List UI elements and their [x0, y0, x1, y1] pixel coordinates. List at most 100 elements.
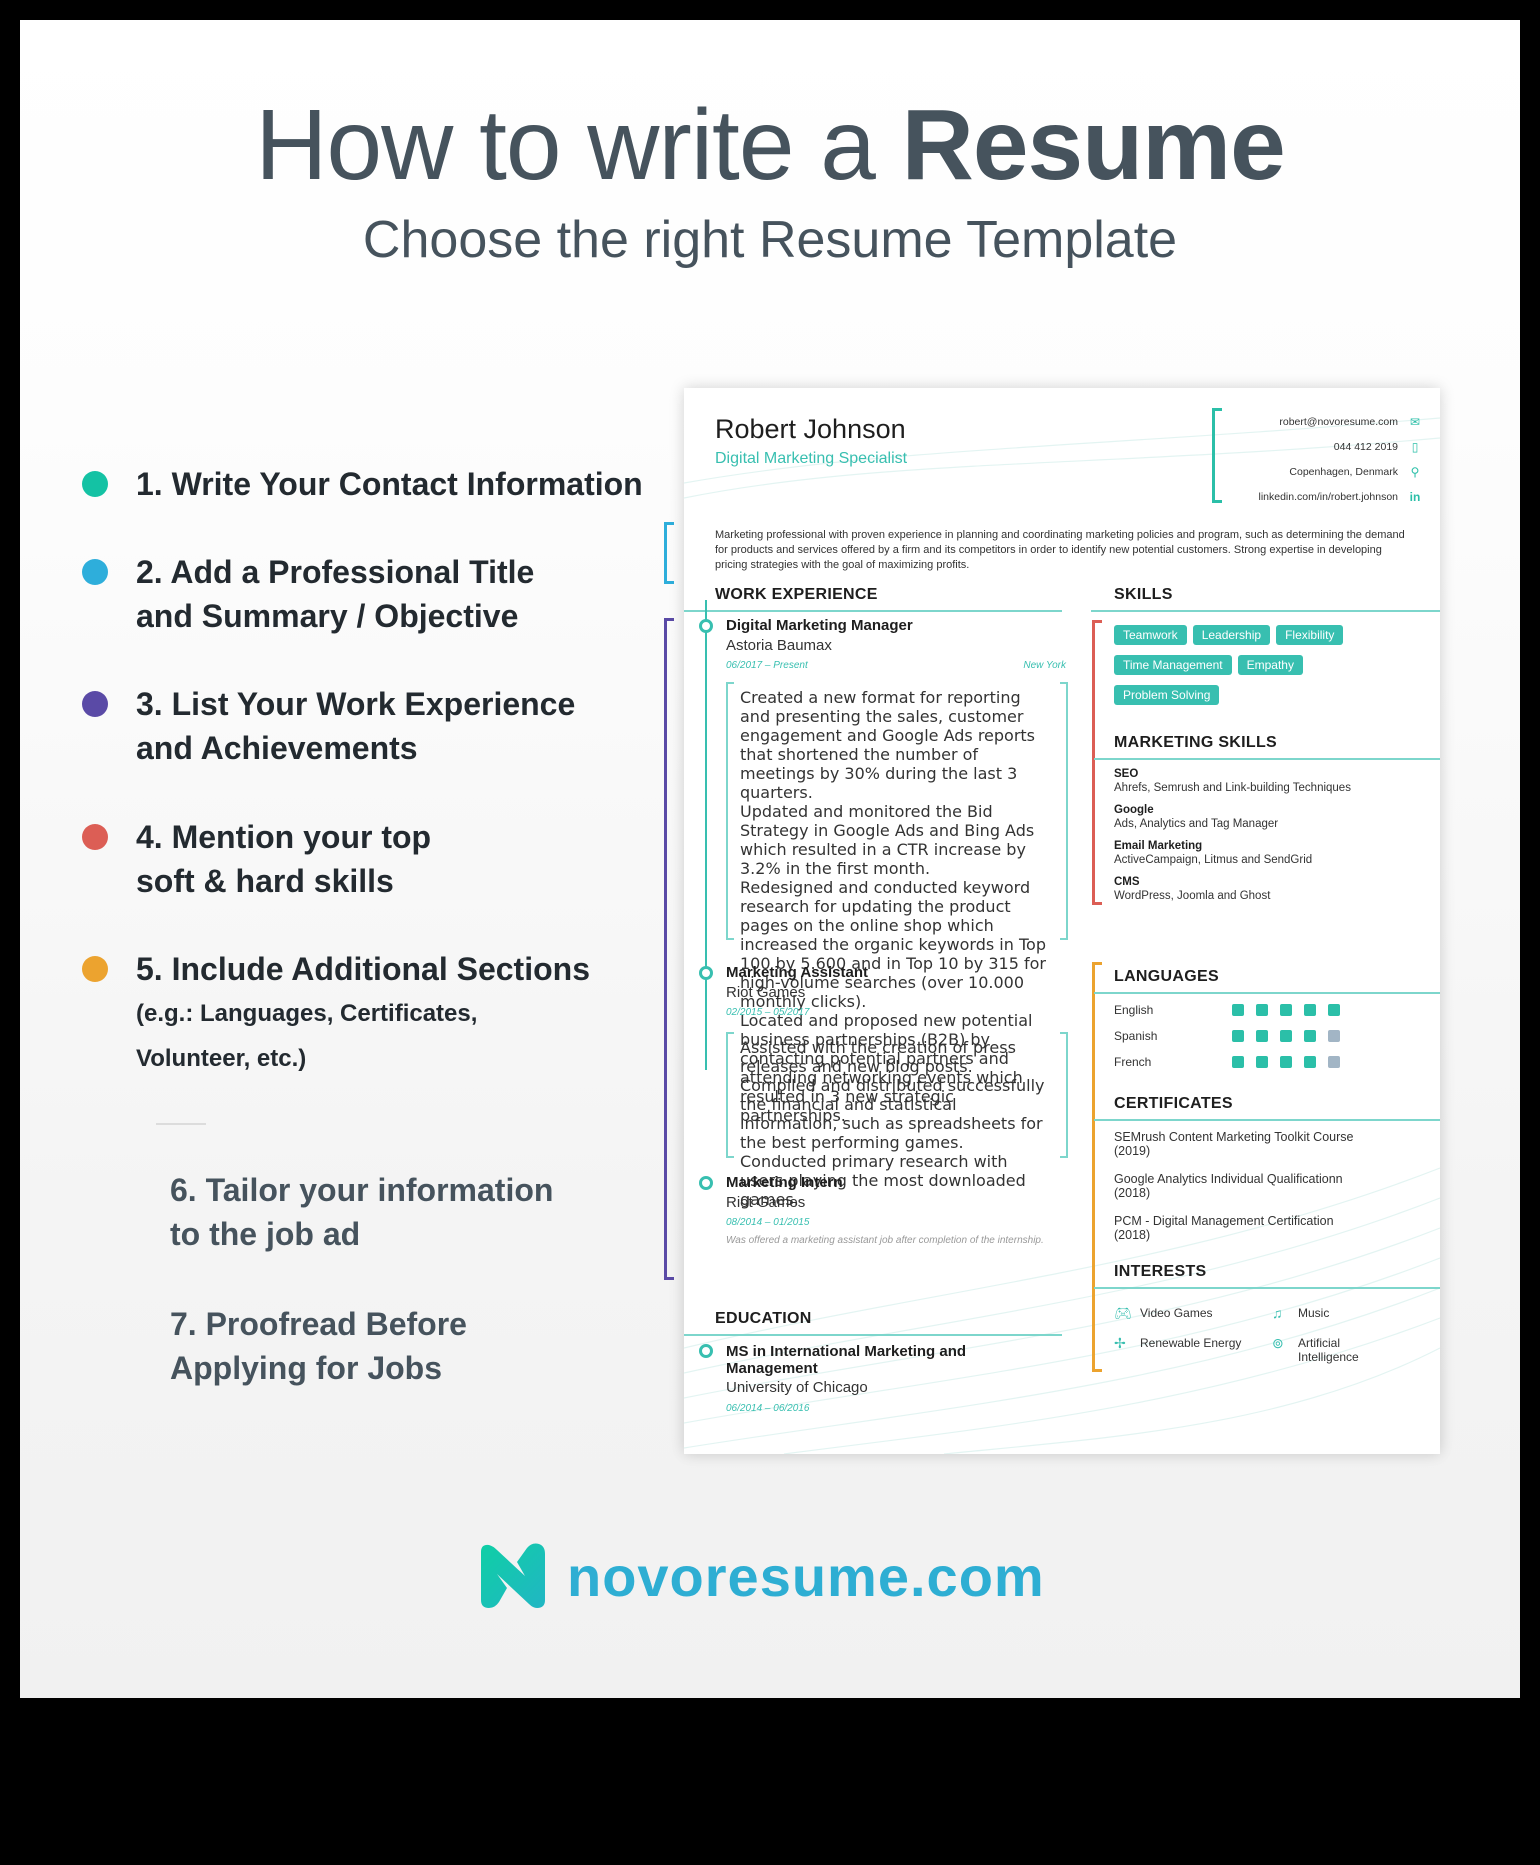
marketing-skills-heading: MARKETING SKILLS — [1114, 734, 1278, 751]
language-name: French — [1114, 1055, 1152, 1069]
title-light: How to write a — [255, 89, 902, 201]
timeline-node — [699, 619, 713, 633]
job-company: Astoria Baumax — [726, 637, 832, 654]
step-label: 4. Mention your top soft & hard skills — [136, 819, 432, 899]
skill-chip: Leadership — [1192, 625, 1271, 645]
step-label: 5. Include Additional Sections (e.g.: La… — [136, 947, 590, 1081]
section-divider — [1094, 1119, 1440, 1121]
bullet-item: Compiled and distributed successfully th… — [740, 1076, 1045, 1152]
proficiency-square-filled — [1280, 1004, 1292, 1016]
marketing-skill: Email Marketing ActiveCampaign, Litmus an… — [1114, 840, 1313, 866]
wind-turbine-icon: ✢ — [1114, 1335, 1126, 1351]
logo-text: novoresume.com — [567, 1544, 1045, 1608]
proficiency-square-filled — [1256, 1056, 1268, 1068]
job-location: New York — [1023, 660, 1066, 671]
interest-item: ✢ Renewable Energy — [1114, 1335, 1242, 1351]
blue-bullet-icon — [82, 559, 108, 585]
proficiency-square-empty — [1328, 1056, 1340, 1068]
page-title: How to write a Resume — [0, 90, 1540, 200]
music-note-icon: ♫ — [1272, 1305, 1283, 1321]
education-node — [699, 1344, 713, 1358]
education-entry: MS in International Marketing and Manage… — [726, 1343, 1056, 1414]
job-company: Riot Games — [726, 984, 806, 1001]
language-row: English — [1114, 997, 1414, 1023]
skill-chip: Flexibility — [1276, 625, 1344, 645]
job-dates: 02/2015 – 05/2017 — [726, 1007, 810, 1018]
contact-linkedin: linkedin.com/in/robert.johnson in — [1259, 484, 1427, 509]
interest-item: 🎮︎ Video Games — [1114, 1305, 1213, 1321]
degree: MS in International Marketing and Manage… — [726, 1343, 967, 1377]
job-dates: 06/2017 – Present New York — [726, 660, 1066, 671]
marketing-skills-list: SEO Ahrefs, Semrush and Link-building Tec… — [1114, 768, 1424, 912]
proficiency-square-filled — [1256, 1004, 1268, 1016]
job-entry: Digital Marketing Manager Astoria Baumax… — [726, 617, 1066, 671]
certificate: PCM - Digital Management Certification (2… — [1114, 1214, 1334, 1242]
certificate: SEMrush Content Marketing Toolkit Course… — [1114, 1130, 1354, 1158]
certificates-heading: CERTIFICATES — [1114, 1095, 1233, 1112]
teal-bullet-icon — [82, 471, 108, 497]
interest-item: ♫ Music — [1272, 1305, 1330, 1321]
contact-block: robert@novoresume.com ✉ 044 412 2019 ▯ Cop… — [1259, 409, 1427, 509]
contact-email: robert@novoresume.com ✉ — [1259, 409, 1427, 434]
purple-bullet-icon — [82, 691, 108, 717]
step-sublabel: Volunteer, etc.) — [136, 1045, 307, 1072]
language-row: Spanish — [1114, 1023, 1414, 1049]
linkedin-icon: in — [1409, 489, 1421, 504]
step-label: 2. Add a Professional Title and Summary /… — [136, 554, 535, 634]
skill-chip: Problem Solving — [1114, 685, 1220, 705]
skills-bracket — [1092, 620, 1102, 905]
skill-chip: Empathy — [1237, 655, 1303, 675]
proficiency-square-filled — [1232, 1004, 1244, 1016]
summary-bracket — [664, 522, 674, 584]
job-bullets: Created a new format for reporting and p… — [726, 682, 1068, 1125]
skill-chip: Time Management — [1114, 655, 1232, 675]
step-label: 6. Tailor your information to the job ad — [170, 1172, 554, 1252]
job-title: Marketing Assistant — [726, 964, 868, 981]
job-title: Digital Marketing Manager — [726, 617, 913, 634]
education-heading: EDUCATION — [715, 1310, 812, 1327]
novoresume-logo[interactable]: novoresume.com — [477, 1542, 1045, 1610]
page-subtitle: Choose the right Resume Template — [362, 211, 1178, 269]
section-divider — [684, 1334, 1062, 1336]
job-entry: Marketing Assistant Riot Games 02/2015 –… — [726, 964, 1066, 1018]
resume-summary: Marketing professional with proven exper… — [715, 529, 1405, 571]
job-title: Marketing Intern — [726, 1174, 843, 1191]
orange-bullet-icon — [82, 956, 108, 982]
experience-bracket — [664, 618, 674, 1280]
skill-chip: Teamwork — [1114, 625, 1187, 645]
education-dates: 06/2014 – 06/2016 — [726, 1403, 810, 1414]
phone-icon: ▯ — [1411, 439, 1419, 454]
title-bold: Resume — [901, 89, 1286, 201]
interest-item: ⊚ Artificial Intelligence — [1272, 1335, 1359, 1364]
resume-name: Robert Johnson — [715, 414, 906, 444]
contact-bracket — [1212, 408, 1222, 503]
bullet-item: Updated and monitored the Bid Strategy i… — [740, 802, 1035, 878]
language-name: English — [1114, 1003, 1154, 1017]
job-note: Was offered a marketing assistant job af… — [726, 1235, 1044, 1246]
marketing-skill: Google Ads, Analytics and Tag Manager — [1114, 804, 1279, 830]
proficiency-square-filled — [1304, 1004, 1316, 1016]
proficiency-square-filled — [1328, 1004, 1340, 1016]
step-sublabel: (e.g.: Languages, Certificates, — [136, 1000, 478, 1027]
job-entry: Marketing Intern Riot Games 08/2014 – 01… — [726, 1174, 1066, 1247]
contact-location: Copenhagen, Denmark ⚲ — [1259, 459, 1427, 484]
job-company: Riot Games — [726, 1194, 806, 1211]
bullet-item: Assisted with the creation of press rele… — [740, 1038, 1016, 1076]
timeline-line — [705, 600, 707, 1070]
languages-heading: LANGUAGES — [1114, 968, 1219, 985]
location-pin-icon: ⚲ — [1410, 464, 1420, 479]
languages-list: English Spanish French — [1114, 997, 1414, 1075]
contact-phone: 044 412 2019 ▯ — [1259, 434, 1427, 459]
job-dates: 08/2014 – 01/2015 — [726, 1217, 810, 1228]
skills-heading: SKILLS — [1114, 586, 1173, 603]
proficiency-square-filled — [1304, 1056, 1316, 1068]
proficiency-square-filled — [1280, 1056, 1292, 1068]
proficiency-square-filled — [1232, 1030, 1244, 1042]
red-bullet-icon — [82, 824, 108, 850]
proficiency-square-filled — [1256, 1030, 1268, 1042]
work-experience-heading: WORK EXPERIENCE — [715, 586, 878, 603]
job-bullets: Assisted with the creation of press rele… — [726, 1032, 1068, 1209]
proficiency-square-filled — [1280, 1030, 1292, 1042]
marketing-skill: SEO Ahrefs, Semrush and Link-building Tec… — [1114, 768, 1351, 794]
proficiency-square-empty — [1328, 1030, 1340, 1042]
